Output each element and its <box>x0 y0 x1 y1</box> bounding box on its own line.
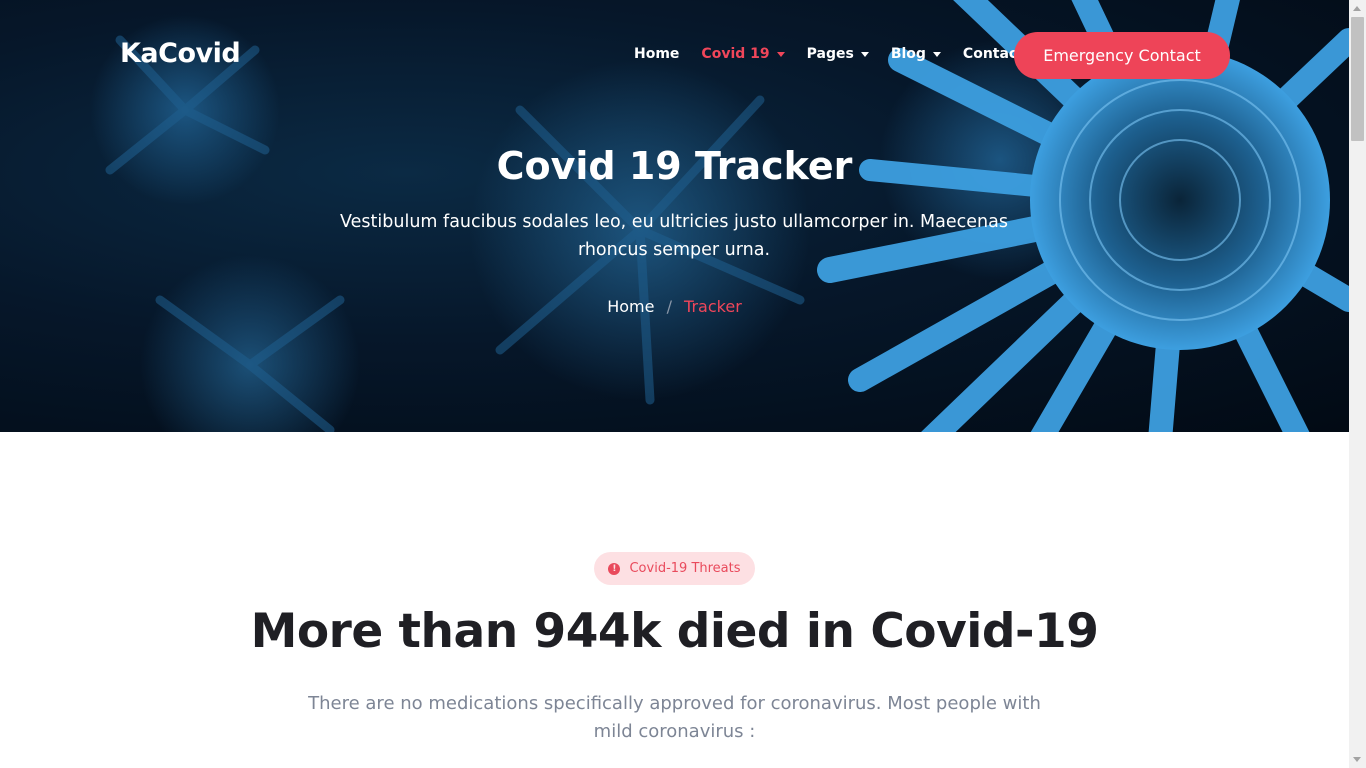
nav-item-label: Pages <box>806 46 854 62</box>
breadcrumb-separator: / <box>666 297 672 316</box>
scrollbar-thumb[interactable] <box>1351 17 1364 141</box>
hero-banner: KaCovid Home Covid 19 Pages Blog Contact… <box>0 0 1349 432</box>
nav-item-label: Blog <box>890 46 926 62</box>
nav-item-covid-19[interactable]: Covid 19 <box>701 46 785 62</box>
page-scrollbar[interactable] <box>1349 0 1366 768</box>
breadcrumb-home-link[interactable]: Home <box>607 297 654 316</box>
scroll-up-arrow-icon[interactable] <box>1353 6 1361 11</box>
nav-item-pages[interactable]: Pages <box>807 46 869 62</box>
nav-item-label: Home <box>634 46 680 62</box>
info-circle-icon: ! <box>608 562 621 575</box>
page-title: Covid 19 Tracker <box>496 144 853 188</box>
emergency-contact-button[interactable]: Emergency Contact <box>1014 32 1230 79</box>
nav-item-label: Covid 19 <box>701 46 770 62</box>
caret-down-icon <box>776 51 785 57</box>
scroll-down-arrow-icon[interactable] <box>1353 757 1361 762</box>
section-badge: ! Covid-19 Threats <box>594 552 755 585</box>
nav-item-home[interactable]: Home <box>634 46 679 62</box>
breadcrumb: Home / Tracker <box>0 297 1349 316</box>
caret-down-icon <box>860 51 869 57</box>
section-text: There are no medications specifically ap… <box>308 693 1041 742</box>
caret-down-icon <box>932 51 941 57</box>
site-logo[interactable]: KaCovid <box>120 38 241 69</box>
main-nav: Home Covid 19 Pages Blog Contact <box>634 46 1046 62</box>
badge-label: Covid-19 Threats <box>629 561 741 576</box>
hero-subtitle: Vestibulum faucibus sodales leo, eu ultr… <box>340 212 1008 260</box>
nav-item-blog[interactable]: Blog <box>891 46 941 62</box>
breadcrumb-current: Tracker <box>684 297 742 316</box>
section-title: More than 944k died in Covid-19 <box>250 604 1099 659</box>
